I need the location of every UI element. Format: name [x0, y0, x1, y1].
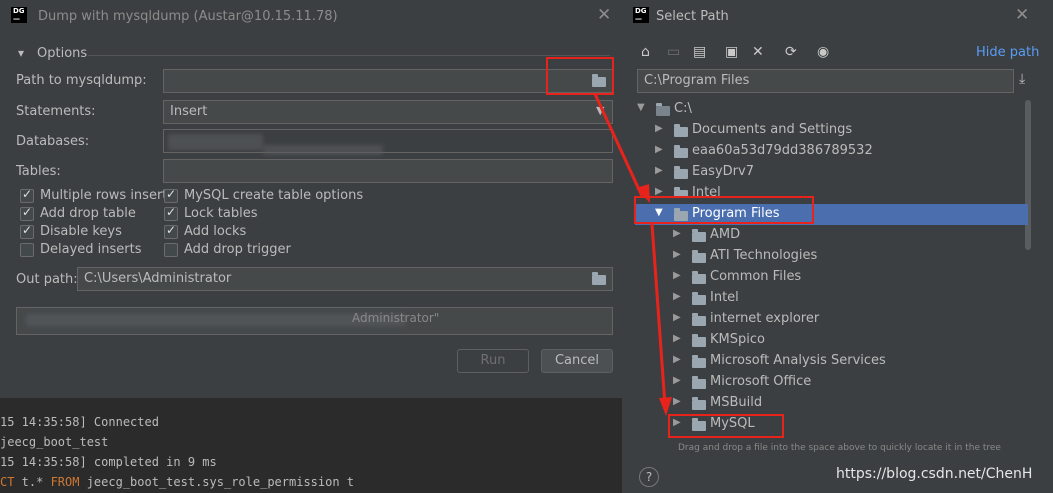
annotation-arrow — [593, 93, 644, 197]
annotation-arrows — [593, 93, 672, 416]
annotation-arrow — [650, 223, 667, 406]
annotation-arrowhead — [659, 397, 672, 416]
